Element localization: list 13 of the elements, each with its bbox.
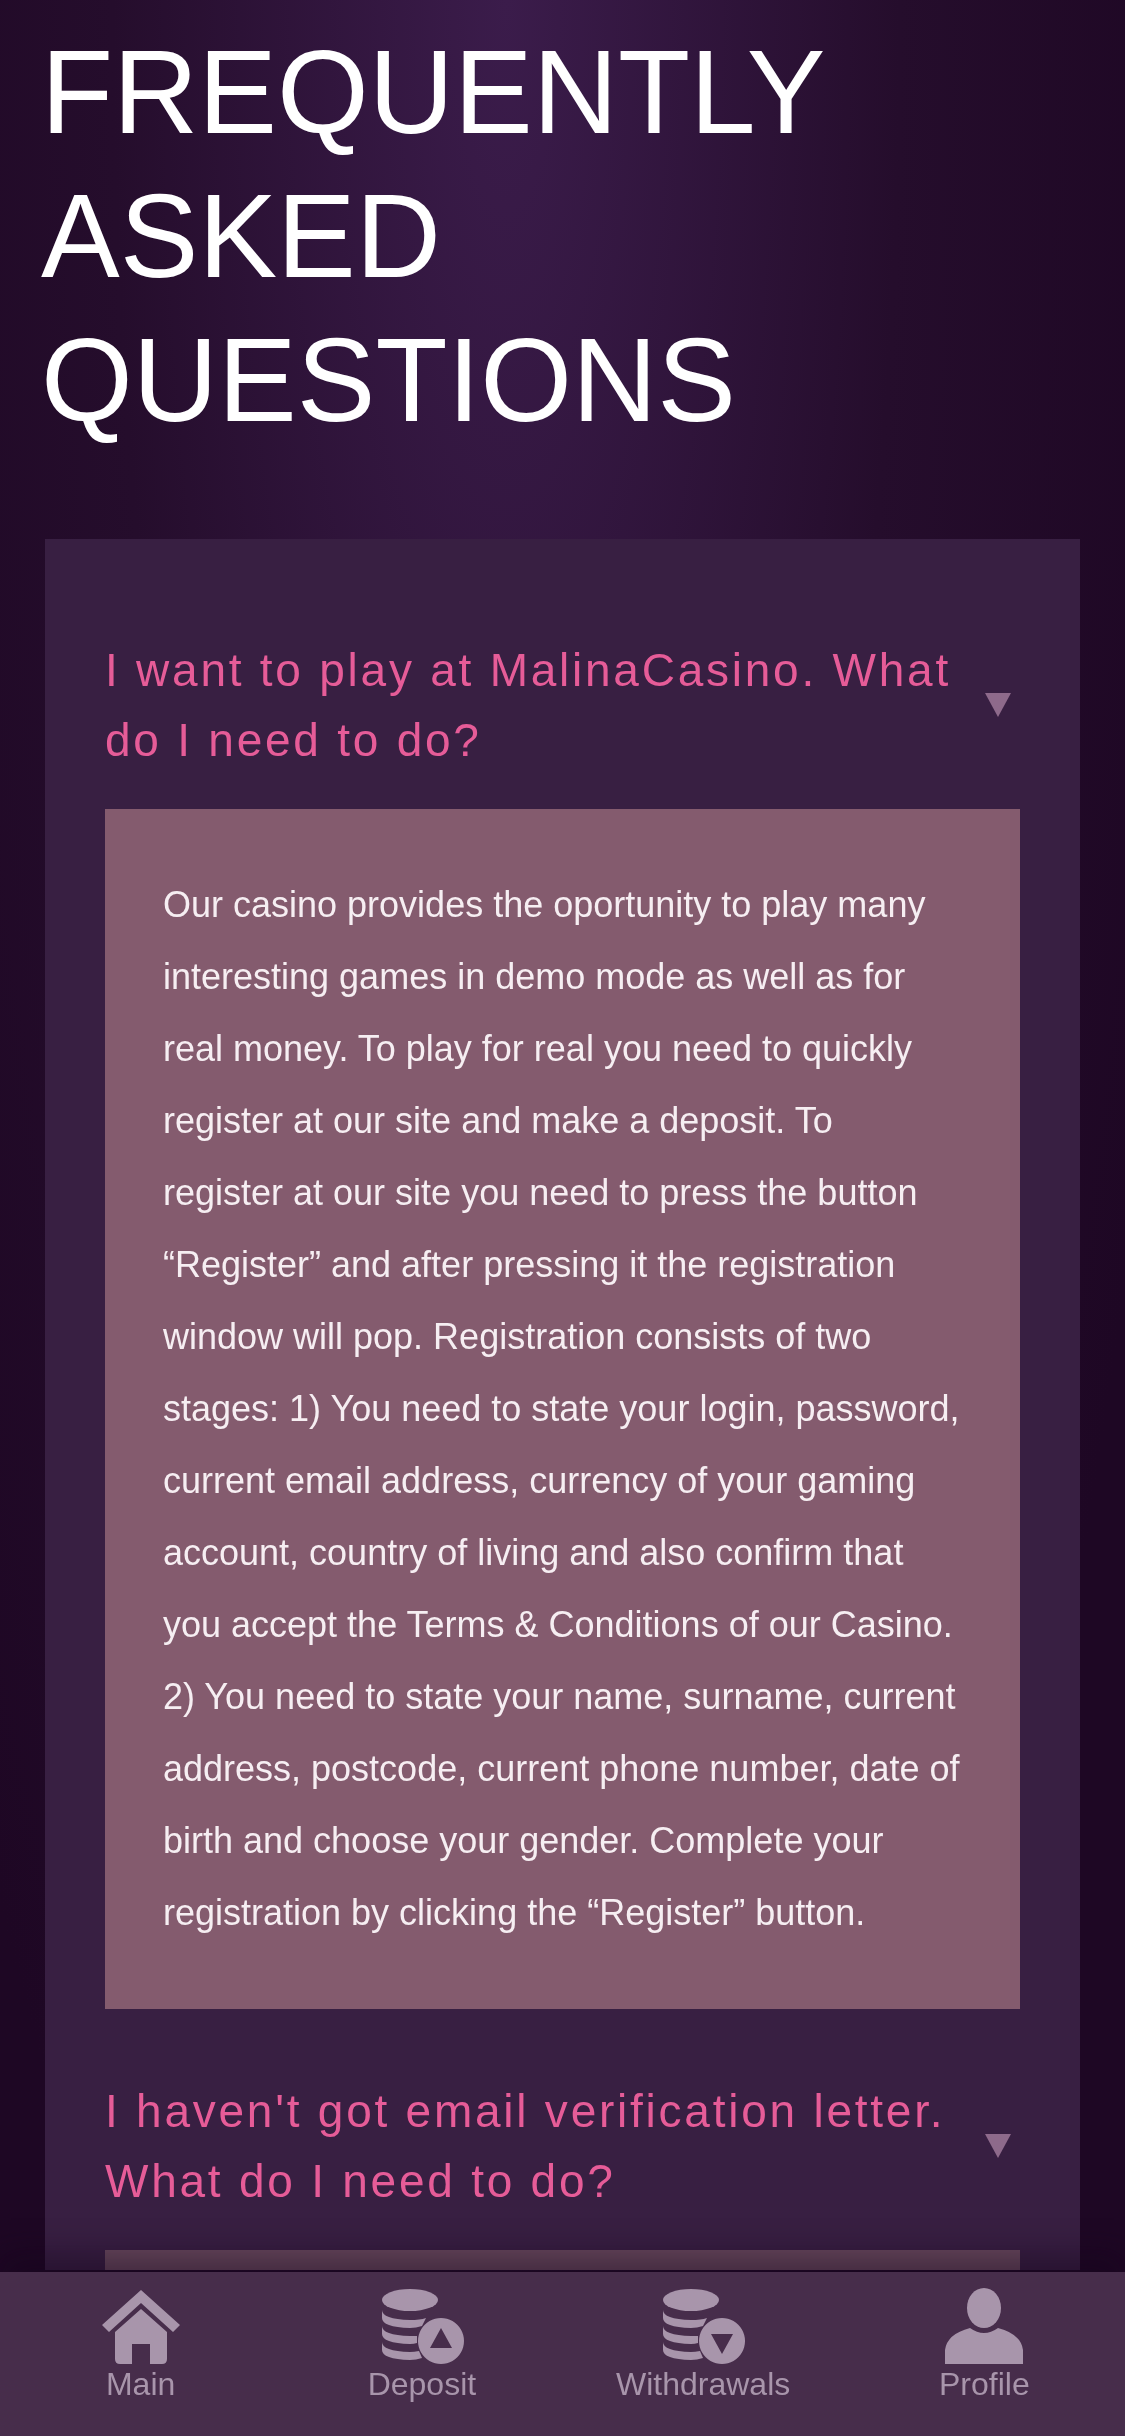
- person-icon: [945, 2288, 1024, 2364]
- triangle-icon: [985, 2134, 1011, 2158]
- nav-tab[interactable]: Profile: [843, 2272, 1125, 2436]
- triangle-icon: [985, 693, 1011, 717]
- coins-down-arrow-icon: [661, 2288, 746, 2364]
- page-title: FREQUENTLY ASKED QUESTIONS: [40, 25, 825, 448]
- nav-tab[interactable]: Main: [0, 2272, 282, 2436]
- coins-up-arrow-icon: [379, 2288, 464, 2364]
- faq-question[interactable]: I haven't got email verification letter. What do I need to do?: [105, 2009, 1020, 2216]
- answer-text: Our casino provides the oportunity to play many interesting games in demo mode as well as for real money. To play for real you need to quickly register at our site and make a deposit. To register at our site you need to press the button “Register” and after pressing it the registration window will pop. Registration consists of two stages: 1) You need to state your login, password, current email address, currency of your gaming account, country of living and also confirm that you accept the Terms & Conditions of our Casino. 2) You need to state your name, surname, current address, postcode, current phone number, date of birth and choose your gender. Complete your registration by clicking the “Register” button.: [163, 883, 961, 1935]
- nav-tab[interactable]: Deposit: [281, 2272, 563, 2436]
- nav-tab[interactable]: Withdrawals: [562, 2272, 844, 2436]
- faq-question[interactable]: I want to play at MalinaCasino. What do I need to do?: [105, 568, 1020, 775]
